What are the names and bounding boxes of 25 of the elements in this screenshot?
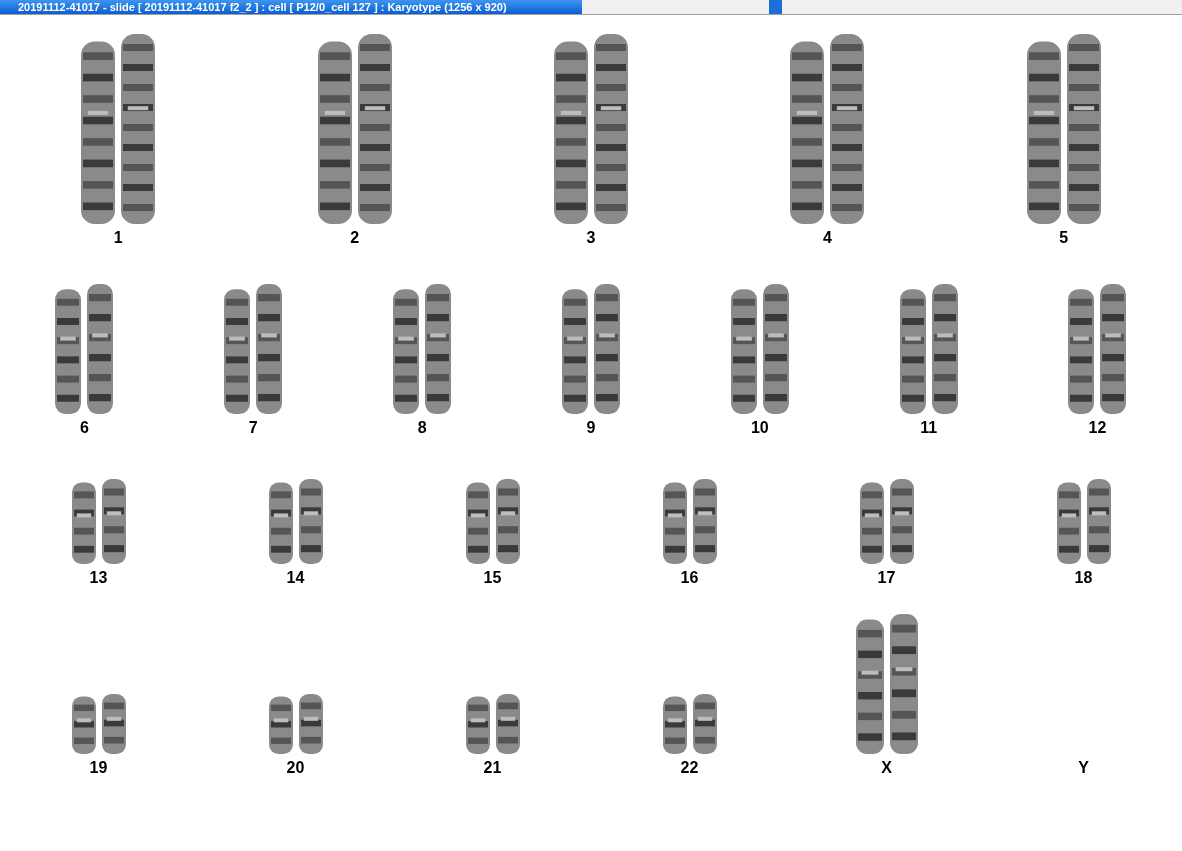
- chromosome-label: 4: [822, 228, 832, 248]
- chromosome-label: 3: [586, 228, 596, 248]
- chromosome-label: 17: [877, 568, 896, 588]
- chromosome-label: 12: [1088, 418, 1107, 438]
- chromosome-label: 9: [586, 418, 596, 438]
- chromosome-label: 2: [350, 228, 360, 248]
- window-title: 20191112-41017 - slide [ 20191112-41017 f2_2 ] : cell [ P12/0_cell 127 ] : Karyotype (1256 x 920): [0, 0, 582, 14]
- chromosome-label: 11: [920, 418, 938, 438]
- chromosome-label: 16: [680, 568, 699, 588]
- chromosome-label: 7: [248, 418, 258, 438]
- chromosome-label: 8: [417, 418, 427, 438]
- chromosome-label: 10: [750, 418, 769, 438]
- chromosome-label: 19: [89, 758, 108, 778]
- chromosome-label: X: [881, 758, 892, 778]
- chromosome-label: 5: [1059, 228, 1069, 248]
- chromosome-label: 15: [483, 568, 502, 588]
- chromosome-label: 20: [286, 758, 305, 778]
- chromosome-label: 13: [89, 568, 108, 588]
- chromosome-label: 14: [286, 568, 305, 588]
- chromosome-label: 1: [113, 228, 123, 248]
- chromosome-label: 22: [680, 758, 699, 778]
- chromosome-label: Y: [1078, 758, 1089, 778]
- chromosome-label: 18: [1074, 568, 1093, 588]
- chromosome-label: 21: [483, 758, 502, 778]
- chromosome-label: 6: [79, 418, 89, 438]
